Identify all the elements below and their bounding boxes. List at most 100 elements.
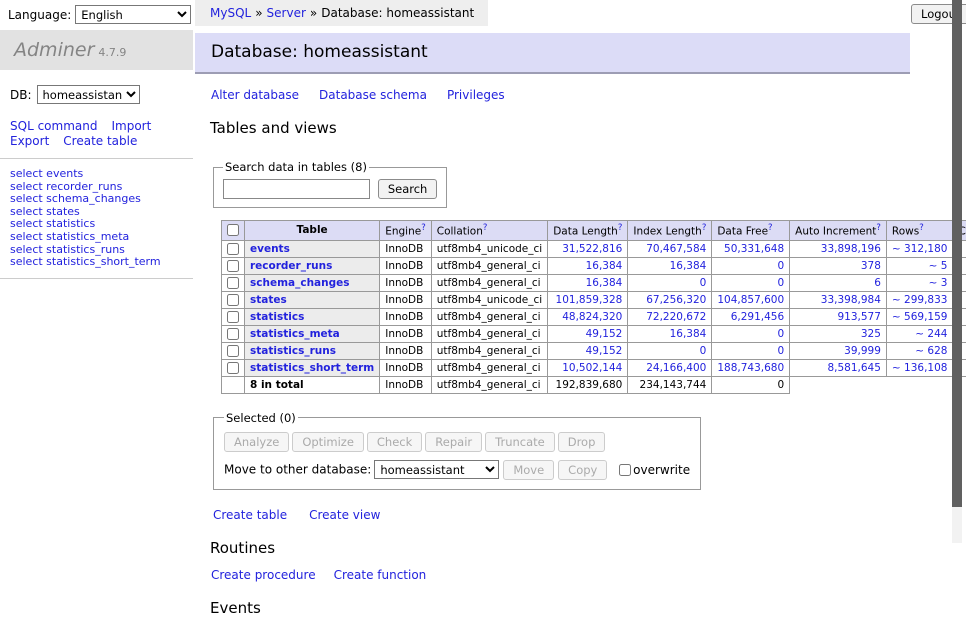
help-icon[interactable]: ? [421,223,426,233]
row-checkbox[interactable] [227,294,239,306]
table-name-link[interactable]: recorder_runs [250,260,332,272]
table-row: statistics_short_termInnoDButf8mb4_gener… [222,359,966,376]
data-length-cell[interactable]: 31,522,816 [548,240,628,257]
table-name-link[interactable]: schema_changes [250,277,350,289]
rows-count-cell[interactable]: ~ 3 [886,274,953,291]
table-name-link[interactable]: states [250,294,287,306]
auto-increment-cell[interactable]: 33,398,984 [790,291,887,308]
language-select[interactable]: English [75,5,191,24]
sidebar-link-import[interactable]: Import [111,119,151,133]
analyze-button[interactable]: Analyze [224,432,289,452]
table-name-link[interactable]: statistics_meta [250,328,340,340]
data-length-cell[interactable]: 101,859,328 [548,291,628,308]
index-length-cell[interactable]: 0 [628,342,712,359]
row-checkbox[interactable] [227,243,239,255]
create-table-link[interactable]: Create table [213,508,287,522]
data-length-cell[interactable]: 16,384 [548,257,628,274]
create-procedure-link[interactable]: Create procedure [211,568,316,582]
optimize-button[interactable]: Optimize [292,432,364,452]
move-db-select[interactable]: homeassistant [374,460,499,479]
select-all-checkbox[interactable] [227,224,239,236]
vertical-scrollbar-thumb[interactable] [952,0,962,507]
sidebar-link-create-table[interactable]: Create table [63,134,137,148]
data-free-cell[interactable]: 0 [712,342,790,359]
help-icon[interactable]: ? [702,223,707,233]
table-name-cell: statistics_meta [245,325,380,342]
row-checkbox[interactable] [227,345,239,357]
rows-count-cell[interactable]: ~ 136,108 [886,359,953,376]
db-action-privileges[interactable]: Privileges [447,88,505,102]
index-length-cell[interactable]: 16,384 [628,257,712,274]
db-action-database-schema[interactable]: Database schema [319,88,427,102]
data-length-cell[interactable]: 48,824,320 [548,308,628,325]
data-free-cell[interactable]: 6,291,456 [712,308,790,325]
create-view-link[interactable]: Create view [309,508,380,522]
sidebar-link-export[interactable]: Export [10,134,49,148]
data-free-cell[interactable]: 0 [712,274,790,291]
sidebar-select-link[interactable]: select events [10,168,183,181]
repair-button[interactable]: Repair [425,432,482,452]
search-input[interactable] [223,179,370,199]
table-name-link[interactable]: statistics [250,311,304,323]
breadcrumb-link[interactable]: Server [267,6,306,20]
vertical-scrollbar-track[interactable] [952,0,962,543]
drop-button[interactable]: Drop [558,432,606,452]
index-length-cell[interactable]: 16,384 [628,325,712,342]
help-icon[interactable]: ? [483,223,488,233]
db-action-alter-database[interactable]: Alter database [211,88,299,102]
sidebar-select-link[interactable]: select statistics_short_term [10,256,183,269]
rows-count-cell[interactable]: ~ 312,180 [886,240,953,257]
auto-increment-cell[interactable]: 6 [790,274,887,291]
data-length-cell[interactable]: 10,502,144 [548,359,628,376]
overwrite-checkbox[interactable] [619,464,631,476]
auto-increment-cell[interactable]: 378 [790,257,887,274]
row-checkbox[interactable] [227,328,239,340]
db-select[interactable]: homeassistant [37,85,140,104]
index-length-cell[interactable]: 24,166,400 [628,359,712,376]
rows-count-cell[interactable]: ~ 5 [886,257,953,274]
breadcrumb-link[interactable]: MySQL [210,6,251,20]
data-length-cell[interactable]: 16,384 [548,274,628,291]
help-icon[interactable]: ? [919,223,924,233]
move-button[interactable]: Move [503,460,554,480]
data-length-cell[interactable]: 49,152 [548,342,628,359]
index-length-cell[interactable]: 70,467,584 [628,240,712,257]
row-checkbox[interactable] [227,362,239,374]
data-length-cell[interactable]: 49,152 [548,325,628,342]
table-name-link[interactable]: statistics_runs [250,345,336,357]
auto-increment-cell[interactable]: 325 [790,325,887,342]
auto-increment-cell[interactable]: 33,898,196 [790,240,887,257]
rows-count-cell[interactable]: ~ 299,833 [886,291,953,308]
rows-count-cell[interactable]: ~ 244 [886,325,953,342]
copy-button[interactable]: Copy [558,460,607,480]
row-checkbox[interactable] [227,277,239,289]
table-name-link[interactable]: events [250,243,290,255]
index-length-cell[interactable]: 0 [628,274,712,291]
sidebar-link-sql-command[interactable]: SQL command [10,119,97,133]
truncate-button[interactable]: Truncate [485,432,555,452]
create-function-link[interactable]: Create function [334,568,427,582]
row-checkbox[interactable] [227,260,239,272]
search-button[interactable]: Search [378,179,438,199]
index-length-cell[interactable]: 67,256,320 [628,291,712,308]
data-free-cell[interactable]: 0 [712,325,790,342]
sidebar-select-link[interactable]: select statistics_meta [10,231,183,244]
index-length-cell[interactable]: 72,220,672 [628,308,712,325]
help-icon[interactable]: ? [768,223,773,233]
rows-count-cell[interactable]: ~ 628 [886,342,953,359]
help-icon[interactable]: ? [618,223,623,233]
row-checkbox[interactable] [227,311,239,323]
total-data-length-cell: 192,839,680 [548,376,628,393]
table-name-link[interactable]: statistics_short_term [250,362,374,374]
help-icon[interactable]: ? [876,223,881,233]
auto-increment-cell[interactable]: 8,581,645 [790,359,887,376]
data-free-cell[interactable]: 0 [712,257,790,274]
data-free-cell[interactable]: 50,331,648 [712,240,790,257]
data-free-cell[interactable]: 188,743,680 [712,359,790,376]
auto-increment-cell[interactable]: 39,999 [790,342,887,359]
rows-count-cell[interactable]: ~ 569,159 [886,308,953,325]
sidebar-select-link[interactable]: select schema_changes [10,193,183,206]
data-free-cell[interactable]: 104,857,600 [712,291,790,308]
auto-increment-cell[interactable]: 913,577 [790,308,887,325]
check-button[interactable]: Check [367,432,422,452]
